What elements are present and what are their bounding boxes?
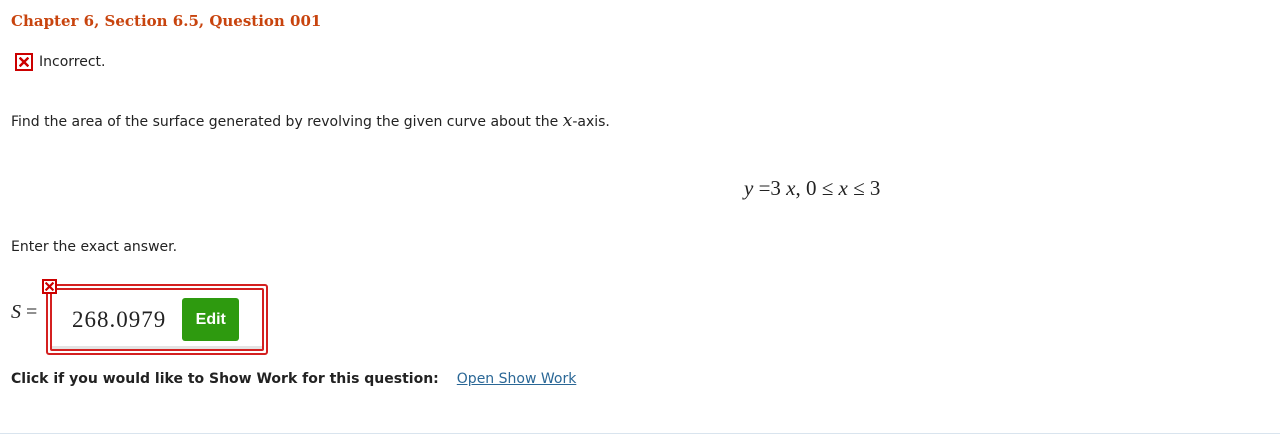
answer-box: 268.0979 Edit	[46, 284, 268, 355]
formula-separator: , 0 ≤	[795, 176, 839, 200]
answer-label-eq: =	[21, 301, 38, 323]
status-text: Incorrect.	[39, 54, 106, 70]
answer-label: S =	[11, 301, 37, 324]
open-show-work-link[interactable]: Open Show Work	[457, 371, 577, 387]
bottom-divider	[0, 433, 1280, 434]
answer-field[interactable]: 268.0979 Edit	[50, 288, 264, 351]
formula-bound-var: x	[838, 176, 848, 200]
question-text: Find the area of the surface generated b…	[11, 111, 610, 131]
answer-value: 268.0979	[72, 306, 167, 332]
formula-rhs-var: x	[786, 176, 796, 200]
status-row: Incorrect.	[15, 53, 105, 71]
question-text-after: -axis.	[572, 114, 610, 130]
formula-upper: ≤ 3	[847, 176, 881, 200]
answer-label-var: S	[11, 301, 21, 323]
incorrect-x-icon	[15, 53, 33, 71]
answer-incorrect-x-icon	[42, 279, 57, 294]
formula-equals-coef: =3	[753, 176, 787, 200]
formula-lhs-var: y	[744, 176, 754, 200]
page-title: Chapter 6, Section 6.5, Question 001	[11, 12, 322, 30]
show-work-label: Click if you would like to Show Work for…	[11, 371, 439, 387]
curve-formula: y =3 x, 0 ≤ x ≤ 3	[744, 176, 880, 201]
question-text-before: Find the area of the surface generated b…	[11, 114, 563, 130]
instruction-text: Enter the exact answer.	[11, 239, 178, 255]
question-variable: x	[562, 111, 573, 131]
show-work-row: Click if you would like to Show Work for…	[11, 371, 576, 387]
edit-button[interactable]: Edit	[182, 298, 240, 341]
